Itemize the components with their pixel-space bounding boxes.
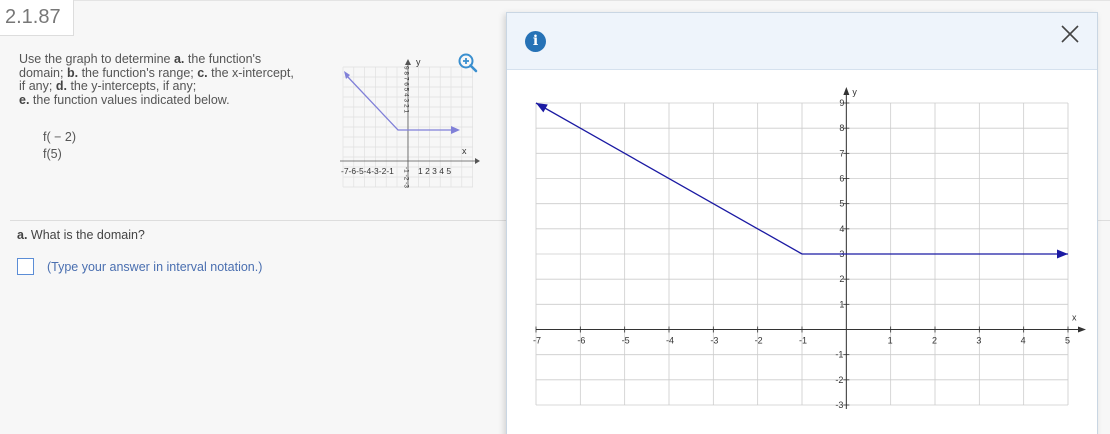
part-d-text: the y-intercepts, if any; (70, 79, 197, 93)
x-tick-label: -5 (622, 336, 630, 346)
y-tick-label: -3 (835, 400, 843, 410)
function-value-1: f( − 2) (43, 130, 76, 144)
x-tick-label: 3 (976, 336, 981, 346)
y-tick-label: -2 (835, 375, 843, 385)
y-axis-label: y (852, 87, 857, 97)
x-tick-label: 2 (932, 336, 937, 346)
part-e-text: the function values indicated below. (32, 92, 230, 107)
info-icon[interactable]: i (525, 31, 546, 52)
thumb-y-ticks-neg: -1 -2 -3 (403, 167, 410, 188)
y-tick-label: 1 (839, 299, 844, 309)
answer-format-hint: (Type your answer in interval notation.) (47, 260, 263, 274)
x-axis-label: x (1072, 313, 1077, 323)
zoom-in-icon[interactable] (457, 52, 478, 73)
x-tick-label: -7 (533, 336, 541, 346)
part-d-tag: d. (55, 79, 67, 93)
thumb-x-ticks-pos: 1 2 3 4 5 (418, 166, 451, 176)
line-arrow-right (1057, 249, 1068, 259)
part-a-question-tag: a. (17, 228, 28, 242)
function-value-2: f(5) (43, 147, 62, 161)
thumb-y-ticks: 9 8 7 6 5 4 3 2 1 (403, 66, 410, 113)
x-tick-label: -2 (755, 336, 763, 346)
y-tick-label: 7 (839, 148, 844, 158)
line-arrow-left (536, 103, 548, 113)
x-tick-label: 5 (1065, 336, 1070, 346)
thumb-x-label: x (462, 146, 467, 156)
popup-header: i (507, 13, 1097, 70)
problem-number-bar: 2.1.87 (0, 0, 74, 36)
y-tick-label: 8 (839, 123, 844, 133)
part-b-text: the function's range; (81, 65, 194, 80)
y-tick-label: -1 (835, 350, 843, 360)
problem-number: 2.1.87 (5, 6, 61, 28)
graph-popup: i x y -7 -6 -5 -4 -3 -2 -1 1 2 3 4 5 9 8 7 6 5 4 3 2 1 -1 -2 -3 (506, 12, 1098, 434)
thumb-y-label: y (416, 57, 421, 67)
y-tick-label: 5 (839, 199, 844, 209)
part-a-question: a. What is the domain? (17, 228, 145, 242)
function-graph: xy-7 -6 -5 -4 -3 -2 -1 1 2 3 4 5987654321-1-2-3 (533, 87, 1086, 410)
x-tick-label: -4 (666, 336, 674, 346)
question-intro: Use the graph to determine (19, 52, 171, 66)
x-tick-label: -1 (799, 336, 807, 346)
question-text: Use the graph to determine a. the functi… (19, 52, 294, 107)
domain-answer-input[interactable] (17, 258, 34, 275)
top-divider (74, 0, 1110, 1)
part-e-tag: e. (19, 92, 30, 107)
part-a-tag: a. (173, 52, 185, 66)
thumb-x-ticks-neg: -7-6-5-4-3-2-1 (341, 166, 394, 176)
close-icon[interactable] (1059, 23, 1081, 45)
part-c-tag: c. (197, 65, 208, 80)
thumbnail-graph[interactable]: y x -7-6-5-4-3-2-1 1 2 3 4 5 9 8 7 6 5 4… (340, 57, 480, 197)
x-axis-arrow (1078, 326, 1086, 333)
x-tick-label: 1 (888, 336, 893, 346)
x-tick-label: -3 (710, 336, 718, 346)
x-tick-label: 4 (1021, 336, 1026, 346)
part-a-question-text: What is the domain? (30, 228, 145, 242)
y-tick-label: 2 (839, 274, 844, 284)
x-tick-label: -6 (577, 336, 585, 346)
y-axis-arrow (843, 87, 850, 95)
part-b-tag: b. (66, 65, 79, 80)
y-tick-label: 6 (839, 174, 844, 184)
y-tick-label: 4 (839, 224, 844, 234)
y-tick-label: 9 (839, 98, 844, 108)
